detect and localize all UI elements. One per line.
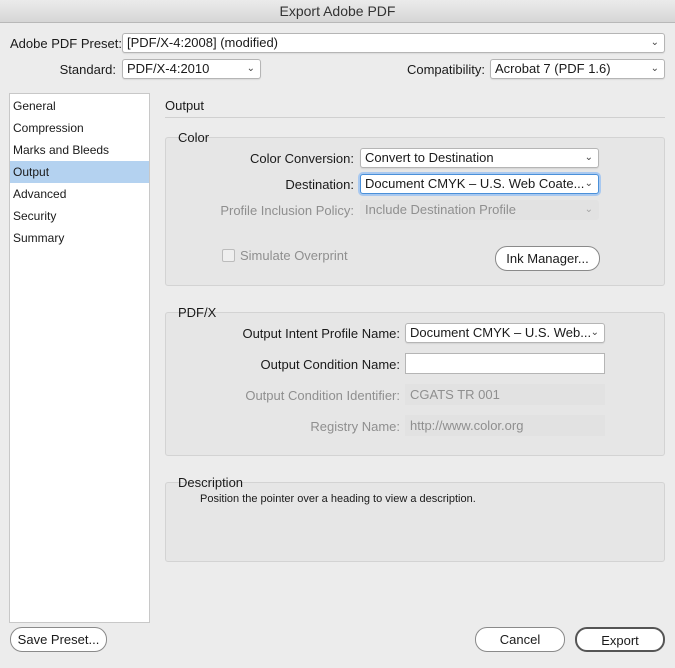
output-condition-name-field[interactable] (405, 353, 605, 374)
chevron-down-icon: ⌄ (246, 63, 255, 74)
registry-name-label: Registry Name: (310, 419, 400, 434)
chevron-down-icon: ⌄ (584, 178, 593, 189)
preset-select[interactable]: [PDF/X-4:2008] (modified) ⌄ (122, 33, 665, 53)
description-text: Position the pointer over a heading to v… (200, 493, 476, 505)
pdfx-group-title: PDF/X (178, 305, 217, 320)
destination-select[interactable]: Document CMYK – U.S. Web Coate... ⌄ (360, 174, 599, 194)
save-preset-button[interactable]: Save Preset... (10, 627, 107, 652)
compatibility-select[interactable]: Acrobat 7 (PDF 1.6) ⌄ (490, 59, 665, 79)
color-group-title: Color (178, 130, 210, 145)
output-condition-identifier-label: Output Condition Identifier: (245, 388, 400, 403)
chevron-down-icon: ⌄ (650, 63, 659, 74)
output-condition-identifier-field[interactable]: CGATS TR 001 (405, 384, 605, 405)
color-conversion-value: Convert to Destination (365, 150, 494, 165)
sidebar-item-compression[interactable]: Compression (10, 117, 149, 139)
sidebar-item-output[interactable]: Output (10, 161, 149, 183)
output-intent-select[interactable]: Document CMYK – U.S. Web... ⌄ (405, 323, 605, 343)
preset-value: [PDF/X-4:2008] (modified) (127, 35, 279, 50)
window-title: Export Adobe PDF (0, 0, 675, 23)
profile-inclusion-value: Include Destination Profile (365, 202, 517, 217)
standard-value: PDF/X-4:2010 (127, 61, 210, 76)
sidebar-item-marks-and-bleeds[interactable]: Marks and Bleeds (10, 139, 149, 161)
destination-label: Destination: (285, 177, 354, 192)
color-conversion-label: Color Conversion: (249, 151, 354, 166)
standard-label: Standard: (59, 62, 116, 77)
compatibility-value: Acrobat 7 (PDF 1.6) (495, 61, 611, 76)
registry-name-field[interactable]: http://www.color.org (405, 415, 605, 436)
output-intent-label: Output Intent Profile Name: (242, 326, 400, 341)
destination-value: Document CMYK – U.S. Web Coate... (365, 176, 585, 191)
profile-inclusion-label: Profile Inclusion Policy: (220, 203, 354, 218)
export-button[interactable]: Export (575, 627, 665, 652)
profile-inclusion-select[interactable]: Include Destination Profile ⌄ (360, 200, 599, 220)
ink-manager-button[interactable]: Ink Manager... (495, 246, 600, 271)
section-divider (165, 117, 665, 118)
chevron-down-icon: ⌄ (650, 37, 659, 48)
simulate-overprint-label: Simulate Overprint (240, 248, 348, 263)
export-pdf-dialog: Export Adobe PDF Adobe PDF Preset: [PDF/… (0, 0, 675, 668)
standard-select[interactable]: PDF/X-4:2010 ⌄ (122, 59, 261, 79)
sidebar-item-advanced[interactable]: Advanced (10, 183, 149, 205)
color-conversion-select[interactable]: Convert to Destination ⌄ (360, 148, 599, 168)
chevron-down-icon: ⌄ (584, 152, 593, 163)
compatibility-label: Compatibility: (406, 62, 485, 77)
section-title: Output (165, 98, 205, 113)
preset-label: Adobe PDF Preset: (10, 36, 122, 51)
chevron-down-icon: ⌄ (584, 204, 593, 215)
cancel-button[interactable]: Cancel (475, 627, 565, 652)
sidebar-item-summary[interactable]: Summary (10, 227, 149, 249)
sidebar-item-general[interactable]: General (10, 95, 149, 117)
description-group-title: Description (178, 475, 244, 490)
sidebar-item-security[interactable]: Security (10, 205, 149, 227)
chevron-down-icon: ⌄ (590, 327, 599, 338)
output-condition-name-label: Output Condition Name: (260, 357, 400, 372)
simulate-overprint-checkbox[interactable] (222, 249, 235, 262)
output-intent-value: Document CMYK – U.S. Web... (410, 325, 592, 340)
category-sidebar: General Compression Marks and Bleeds Out… (9, 93, 150, 623)
